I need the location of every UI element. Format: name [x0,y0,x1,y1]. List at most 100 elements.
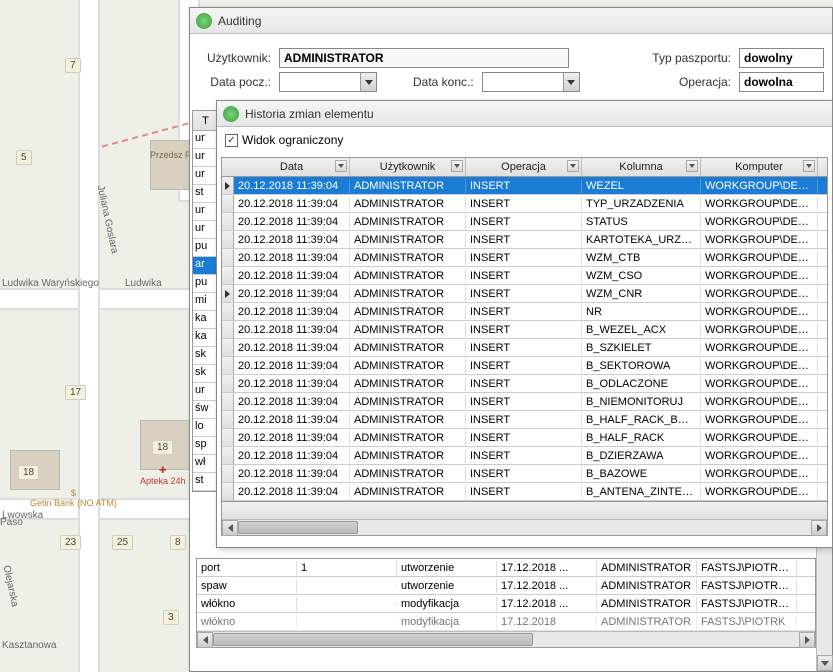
table-row[interactable]: 20.12.2018 11:39:04ADMINISTRATORINSERTB_… [222,375,827,393]
filter-icon[interactable] [451,160,463,172]
table-cell: modyfikacja [397,615,497,629]
user-field[interactable]: ADMINISTRATOR [279,48,569,68]
scroll-right-icon[interactable] [799,632,815,648]
table-row[interactable]: 20.12.2018 11:39:04ADMINISTRATORINSERTNR… [222,303,827,321]
date-to-combo[interactable] [482,72,580,92]
table-row[interactable]: 20.12.2018 11:39:04ADMINISTRATORINSERTB_… [222,447,827,465]
list-item[interactable]: sp [193,437,218,455]
table-row[interactable]: 20.12.2018 11:39:04ADMINISTRATORINSERTWZ… [222,285,827,303]
table-cell: WORKGROUP\DESKT... [701,449,818,463]
list-item[interactable]: sk [193,347,218,365]
type-field[interactable]: dowolny [739,48,824,68]
table-cell: INSERT [466,467,582,481]
list-item[interactable]: ur [193,131,218,149]
row-indicator [222,375,234,392]
limited-view-checkbox[interactable]: ✓ Widok ograniczony [225,133,343,147]
scroll-left-icon[interactable] [197,632,213,648]
table-cell: ADMINISTRATOR [350,215,466,229]
chevron-down-icon[interactable] [360,73,376,91]
list-item[interactable]: pu [193,275,218,293]
bottom-grid[interactable]: port1utworzenie17.12.2018 ...ADMINISTRAT… [196,558,816,648]
table-cell: 17.12.2018 ... [497,579,597,593]
list-item[interactable]: ur [193,203,218,221]
scroll-thumb[interactable] [213,633,533,646]
table-row[interactable]: 20.12.2018 11:39:04ADMINISTRATORINSERTB_… [222,339,827,357]
table-cell: 20.12.2018 11:39:04 [234,395,350,409]
history-grid[interactable]: Data Użytkownik Operacja Kolumna Kompute… [221,157,828,536]
horizontal-scrollbar[interactable] [197,631,815,647]
list-item[interactable]: św [193,401,218,419]
table-cell: WZM_CSO [582,269,701,283]
horizontal-scrollbar[interactable] [222,519,827,535]
table-row[interactable]: 20.12.2018 11:39:04ADMINISTRATORINSERTST… [222,213,827,231]
list-item[interactable]: pu [193,239,218,257]
table-cell: INSERT [466,251,582,265]
type-label: Typ paszportu: [652,51,731,65]
list-item[interactable]: ur [193,167,218,185]
history-titlebar[interactable]: Historia zmian elementu [217,101,832,127]
col-data[interactable]: Data [234,158,350,176]
table-row[interactable]: 20.12.2018 11:39:04ADMINISTRATORINSERTWZ… [222,249,827,267]
table-cell: 20.12.2018 11:39:04 [234,197,350,211]
scroll-down-icon[interactable] [817,655,833,671]
filter-icon[interactable] [803,160,815,172]
filter-icon[interactable] [567,160,579,172]
table-row[interactable]: 20.12.2018 11:39:04ADMINISTRATORINSERTB_… [222,393,827,411]
col-user[interactable]: Użytkownik [350,158,466,176]
list-item[interactable]: mi [193,293,218,311]
col-comp[interactable]: Komputer [701,158,818,176]
list-item[interactable]: lo [193,419,218,437]
table-cell: INSERT [466,233,582,247]
list-item[interactable]: ur [193,221,218,239]
list-item[interactable]: ur [193,383,218,401]
list-item[interactable]: sk [193,365,218,383]
list-item[interactable]: ka [193,329,218,347]
table-row[interactable]: 20.12.2018 11:39:04ADMINISTRATORINSERTB_… [222,357,827,375]
list-item[interactable]: st [193,473,218,491]
table-cell: INSERT [466,377,582,391]
table-cell: 20.12.2018 11:39:04 [234,233,350,247]
table-row[interactable]: 20.12.2018 11:39:04ADMINISTRATORINSERTTY… [222,195,827,213]
table-row[interactable]: 20.12.2018 11:39:04ADMINISTRATORINSERTB_… [222,321,827,339]
filter-icon[interactable] [686,160,698,172]
app-icon [223,106,239,122]
table-cell: WORKGROUP\DESKT... [701,485,818,499]
checkbox-box[interactable]: ✓ [225,134,238,147]
table-row[interactable]: 20.12.2018 11:39:04ADMINISTRATORINSERTKA… [222,231,827,249]
table-row[interactable]: spawutworzenie17.12.2018 ...ADMINISTRATO… [197,577,815,595]
table-cell: B_HALF_RACK [582,431,701,445]
op-field[interactable]: dowolna [739,72,824,92]
table-row[interactable]: 20.12.2018 11:39:04ADMINISTRATORINSERTB_… [222,411,827,429]
left-grid[interactable]: T urururstururpuarpumikakaskskurśwlospwł… [192,110,219,492]
table-cell: 1 [297,561,397,575]
table-row[interactable]: włóknomodyfikacja17.12.2018 ...ADMINISTR… [197,595,815,613]
table-row[interactable]: port1utworzenie17.12.2018 ...ADMINISTRAT… [197,559,815,577]
col-op[interactable]: Operacja [466,158,582,176]
col-col[interactable]: Kolumna [582,158,701,176]
table-cell: 20.12.2018 11:39:04 [234,251,350,265]
list-item[interactable]: ka [193,311,218,329]
street-label: Olejarska [1,564,21,608]
table-cell: 20.12.2018 11:39:04 [234,359,350,373]
table-row[interactable]: 20.12.2018 11:39:04ADMINISTRATORINSERTWE… [222,177,827,195]
table-row[interactable]: 20.12.2018 11:39:04ADMINISTRATORINSERTB_… [222,483,827,501]
table-cell: WEZEL [582,179,701,193]
scroll-left-icon[interactable] [222,520,238,536]
date-from-combo[interactable] [279,72,377,92]
table-cell: B_ANTENA_ZINTEGR... [582,485,701,499]
list-item[interactable]: ar [193,257,218,275]
scroll-right-icon[interactable] [811,520,827,536]
table-row[interactable]: 20.12.2018 11:39:04ADMINISTRATORINSERTB_… [222,429,827,447]
list-item[interactable]: st [193,185,218,203]
list-item[interactable]: ur [193,149,218,167]
table-row[interactable]: włóknomodyfikacja17.12.2018ADMINISTRATOR… [197,613,815,631]
table-row[interactable]: 20.12.2018 11:39:04ADMINISTRATORINSERTB_… [222,465,827,483]
chevron-down-icon[interactable] [563,73,579,91]
table-cell: FASTSJ\PIOTRK... [697,561,797,575]
auditing-titlebar[interactable]: Auditing [190,8,832,34]
filter-icon[interactable] [335,160,347,172]
list-item[interactable]: wł [193,455,218,473]
left-grid-header[interactable]: T [193,111,218,131]
scroll-thumb[interactable] [238,521,358,534]
table-row[interactable]: 20.12.2018 11:39:04ADMINISTRATORINSERTWZ… [222,267,827,285]
